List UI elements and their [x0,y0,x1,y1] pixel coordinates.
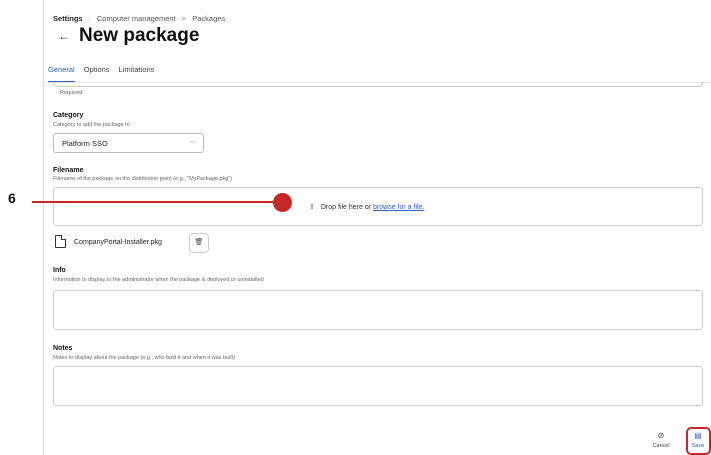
breadcrumb-separator: > [181,14,187,23]
drop-text: Drop file here or [320,204,372,211]
trash-icon: 🗑 [194,239,204,246]
delete-file-button[interactable]: 🗑 [189,233,209,253]
required-hint: Required [60,90,83,96]
chevron-down-icon: ⌵ [189,138,195,145]
page-title: New package [79,25,200,46]
breadcrumb: Settings : Computer management > Package… [53,14,225,23]
breadcrumb-computer-management[interactable]: Computer management [97,14,176,23]
info-hint: Information to display to the administra… [53,277,264,283]
callout-line [32,201,283,203]
uploaded-file-name: CompanyPortal-Installer.pkg [74,239,162,246]
cancel-button[interactable]: ⊘ Cancel [646,431,676,449]
cancel-icon: ⊘ [657,431,665,440]
tab-limitations[interactable]: Limitations [119,65,155,82]
arrow-left-icon[interactable]: ← [58,28,70,44]
category-select-value: Platform SSO [62,139,108,148]
file-dropzone[interactable]: ⇧ Drop file here or browse for a file. [53,187,703,226]
category-label: Category [53,112,84,119]
notes-hint: Notes to display about the package (e.g.… [53,355,235,361]
breadcrumb-settings[interactable]: Settings [53,14,83,23]
upload-icon: ⇧ [309,204,315,211]
callout-number: 6 [8,190,16,206]
notes-label: Notes [53,345,73,352]
breadcrumb-separator: : [88,14,91,23]
breadcrumb-packages[interactable]: Packages [192,14,225,23]
save-highlight [686,427,711,455]
filename-label: Filename [53,167,84,174]
cancel-label: Cancel [652,443,670,449]
document-icon [55,235,66,248]
filename-hint: Filename of the package on the distribut… [53,176,233,182]
tab-general[interactable]: General [48,65,75,82]
callout-dot [273,193,292,212]
display-name-field[interactable] [53,82,703,87]
tab-bar: General Options Limitations [48,65,154,82]
tab-options[interactable]: Options [84,65,110,82]
browse-link[interactable]: browse for a file. [373,204,424,211]
notes-textarea[interactable] [53,366,703,406]
info-textarea[interactable] [53,290,703,330]
dropzone-text: ⇧ Drop file here or browse for a file. [309,203,424,211]
category-hint: Category to add the package to [53,122,130,128]
category-select[interactable]: Platform SSO ⌵ [53,133,204,153]
info-label: Info [53,267,66,274]
